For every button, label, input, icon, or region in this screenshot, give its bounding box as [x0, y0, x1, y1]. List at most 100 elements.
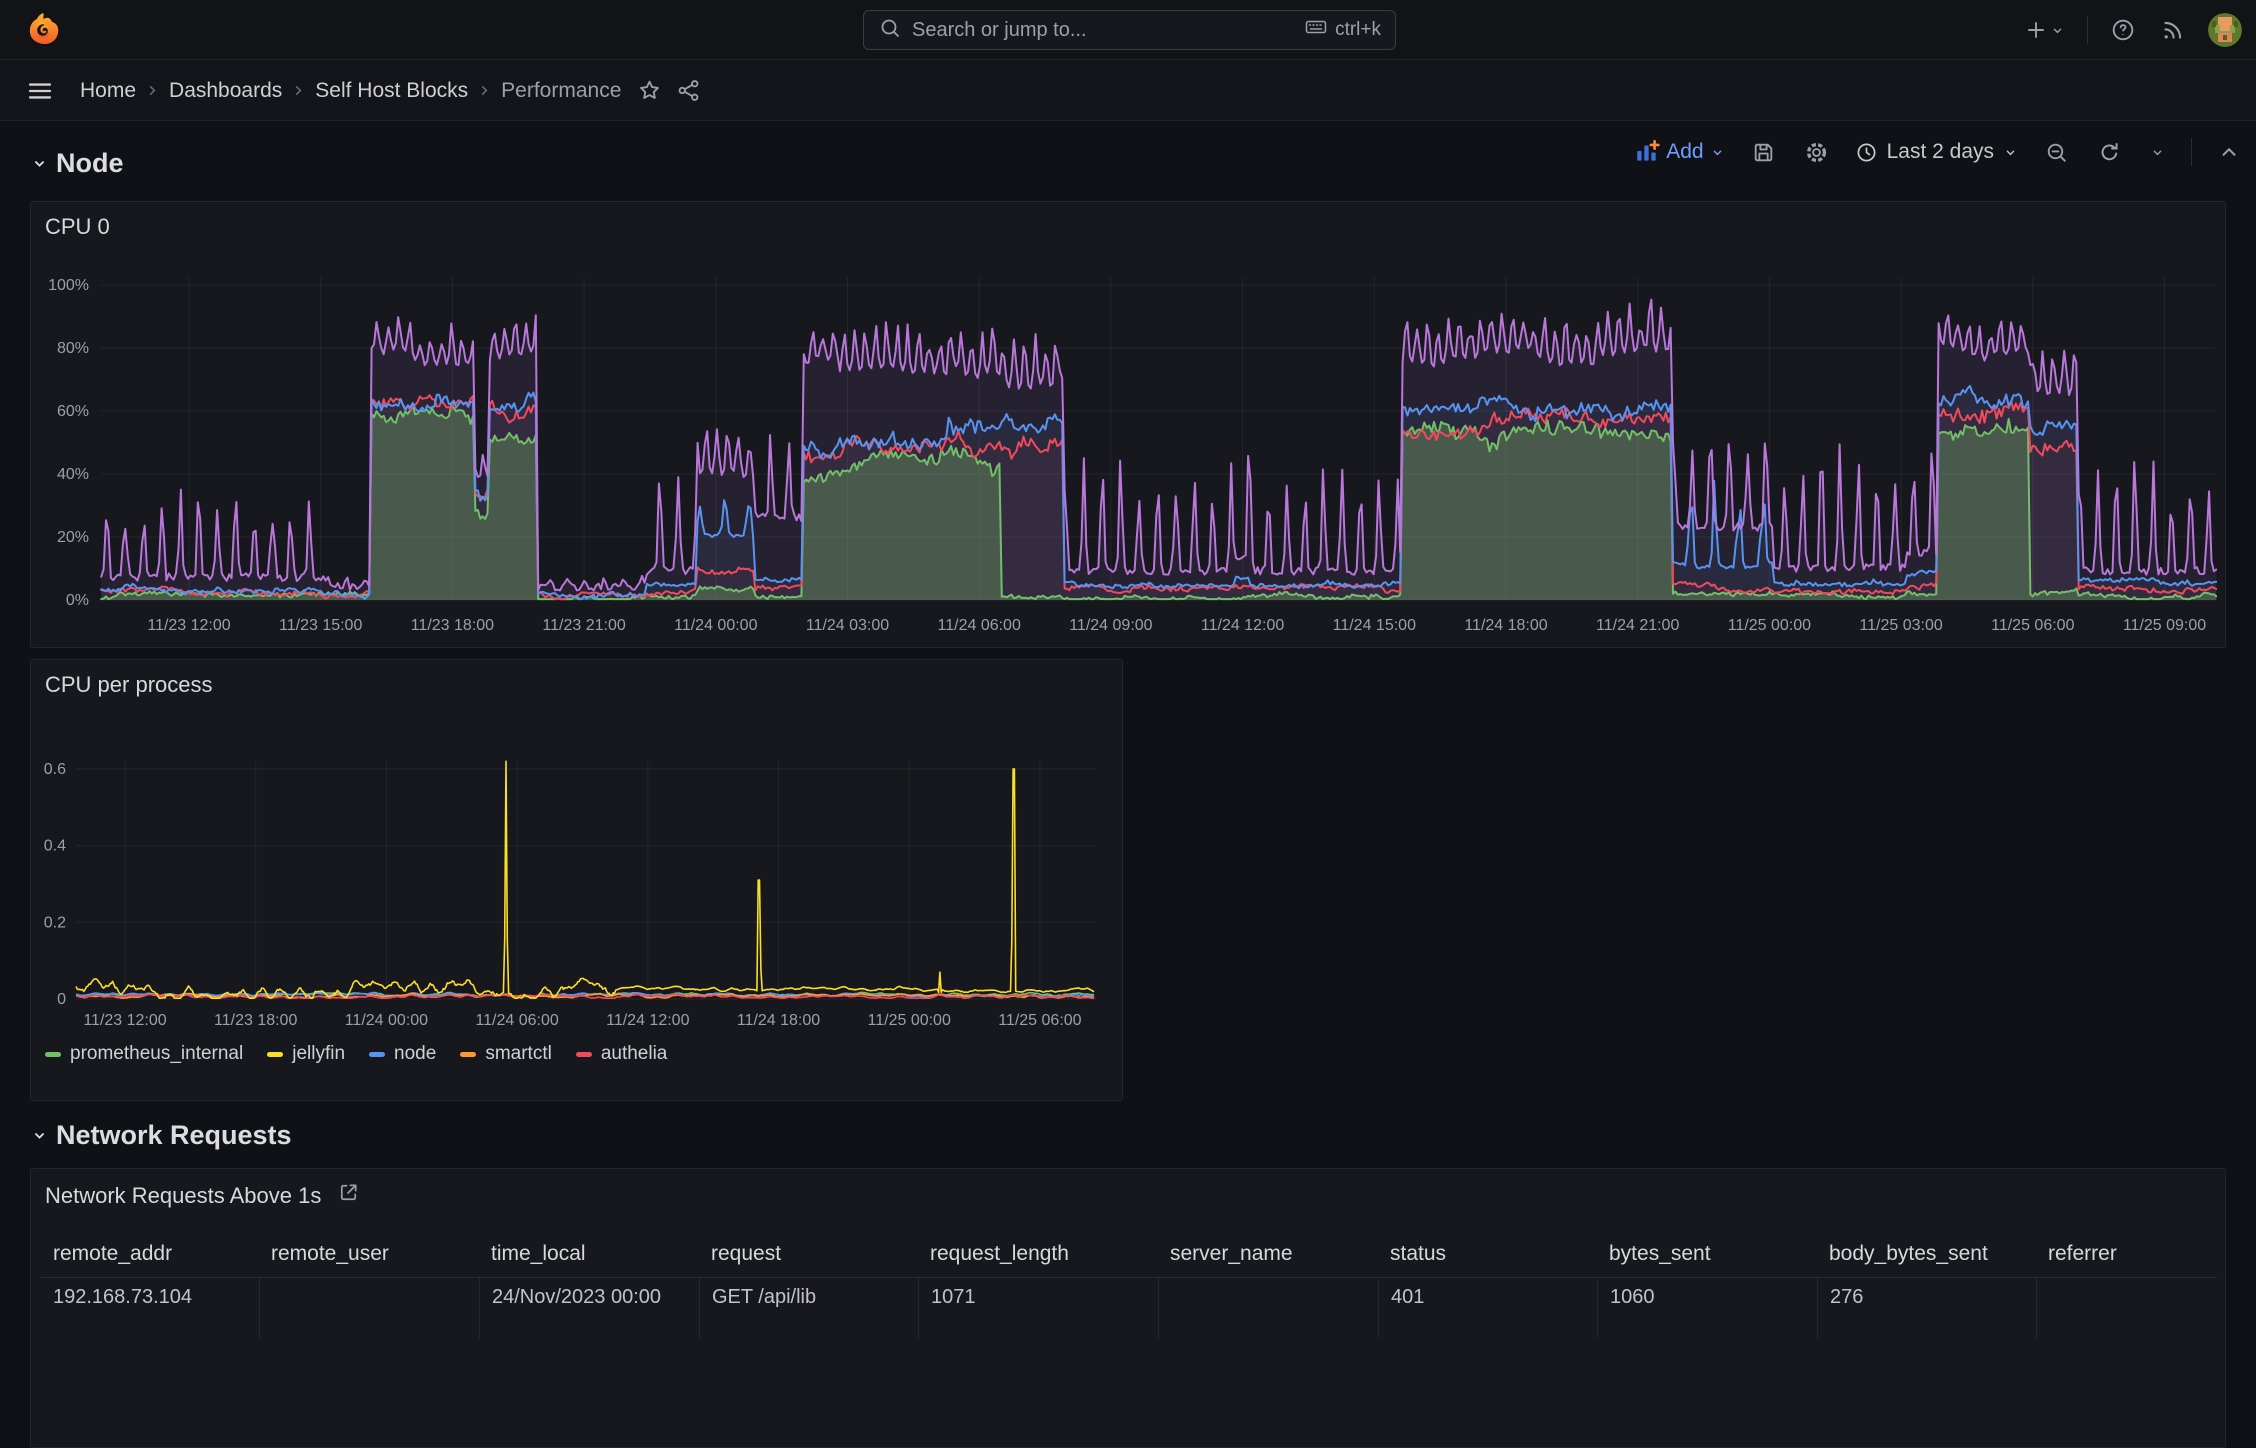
new-menu-button[interactable]: [2022, 16, 2067, 44]
add-visualization-icon: [1637, 139, 1660, 161]
dashboard-settings-button[interactable]: [1802, 138, 1831, 167]
chevron-right-icon: [145, 83, 160, 98]
rss-icon: [2164, 21, 2182, 39]
share-dashboard-button[interactable]: [674, 76, 703, 105]
breadcrumb: Home Dashboards Self Host Blocks Perform…: [80, 79, 621, 103]
svg-text:11/23 18:00: 11/23 18:00: [214, 1012, 297, 1029]
help-button[interactable]: [2108, 15, 2138, 45]
cell-remote-addr: 192.168.73.104: [53, 1286, 193, 1308]
panel-cpu0: CPU 0 0% 20% 40% 60% 80% 100% 11/23 12:00 11/23…: [30, 201, 2226, 648]
column-header-request[interactable]: request: [699, 1231, 918, 1277]
chevron-up-icon: [2222, 147, 2236, 156]
table-header-row: remote_addr remote_user time_local reque…: [41, 1231, 2217, 1278]
svg-text:11/23 18:00: 11/23 18:00: [411, 617, 494, 634]
section-title-network-requests: Network Requests: [56, 1119, 292, 1150]
svg-text:11/24 06:00: 11/24 06:00: [938, 617, 1021, 634]
help-icon: [2112, 19, 2134, 41]
save-dashboard-button[interactable]: [1749, 138, 1778, 167]
time-range-label: Last 2 days: [1886, 140, 1994, 163]
table-row: 192.168.73.104 24/Nov/2023 00:00 GET /ap…: [41, 1278, 2217, 1338]
legend-marker: [460, 1051, 477, 1057]
column-header-remote-user[interactable]: remote_user: [259, 1231, 479, 1277]
column-header-request-length[interactable]: request_length: [918, 1231, 1158, 1277]
svg-text:100%: 100%: [48, 277, 89, 294]
cpu-per-process-chart[interactable]: 0 0.2 0.4 0.6 11/23 12:00 11/23 18:00 11/24 00…: [41, 704, 1114, 1039]
column-header-status[interactable]: status: [1378, 1231, 1597, 1277]
svg-text:0%: 0%: [66, 592, 89, 609]
clock-icon: [1857, 142, 1876, 162]
column-header-time-local[interactable]: time_local: [479, 1231, 699, 1277]
column-header-server-name[interactable]: server_name: [1158, 1231, 1378, 1277]
legend-marker: [45, 1051, 61, 1057]
kiosk-mode-toggle[interactable]: [2216, 139, 2242, 165]
svg-text:11/24 12:00: 11/24 12:00: [606, 1012, 689, 1029]
hamburger-icon: [28, 82, 52, 99]
cell-status: 401: [1378, 1278, 1597, 1338]
breadcrumb-home[interactable]: Home: [80, 79, 136, 103]
add-panel-button[interactable]: Add: [1634, 139, 1724, 165]
svg-text:0.6: 0.6: [44, 761, 66, 778]
svg-text:11/24 06:00: 11/24 06:00: [475, 1012, 558, 1029]
gear-icon: [1806, 142, 1826, 162]
svg-text:11/23 12:00: 11/23 12:00: [147, 617, 230, 634]
breadcrumb-folder[interactable]: Self Host Blocks: [315, 79, 468, 103]
legend-marker: [575, 1051, 592, 1057]
toolbar-divider: [2191, 138, 2192, 166]
refresh-dashboard-button[interactable]: [2095, 138, 2124, 167]
news-button[interactable]: [2158, 15, 2188, 45]
column-header-body-bytes-sent[interactable]: body_bytes_sent: [1817, 1231, 2036, 1277]
cell-bytes-sent: 1060: [1597, 1278, 1817, 1338]
panel-cpu-per-process: CPU per process 0 0.2 0.4 0.6 11/23 12:00 11/…: [30, 659, 1123, 1101]
breadcrumb-dashboards[interactable]: Dashboards: [169, 79, 282, 103]
user-avatar[interactable]: [2208, 13, 2242, 47]
cell-time-local: 24/Nov/2023 00:00: [479, 1278, 699, 1338]
dashboard-toolbar-bar: Home Dashboards Self Host Blocks Perform…: [0, 61, 2256, 166]
legend-marker: [267, 1051, 284, 1057]
panel-cpu0-title[interactable]: CPU 0: [45, 214, 110, 240]
svg-text:0: 0: [57, 991, 66, 1008]
mega-menu-toggle[interactable]: [24, 75, 56, 107]
svg-text:11/24 12:00: 11/24 12:00: [1201, 617, 1284, 634]
zoom-out-time-button[interactable]: [2042, 138, 2071, 167]
external-link-icon[interactable]: [337, 1181, 360, 1210]
keyboard-icon: [1304, 15, 1328, 45]
svg-text:11/23 12:00: 11/23 12:00: [83, 1012, 166, 1029]
cpu0-chart[interactable]: 0% 20% 40% 60% 80% 100% 11/23 12:00 11/23 15:00…: [41, 248, 2217, 648]
favorite-dashboard-button[interactable]: [635, 76, 664, 105]
panel-cpu-per-process-title[interactable]: CPU per process: [45, 672, 213, 698]
cell-referrer: [2036, 1278, 2217, 1338]
search-icon: [878, 16, 902, 45]
chevron-down-icon: [35, 160, 44, 167]
svg-text:11/25 00:00: 11/25 00:00: [1728, 617, 1811, 634]
chevron-down-icon: [2153, 150, 2162, 155]
svg-text:11/25 00:00: 11/25 00:00: [868, 1012, 951, 1029]
refresh-interval-picker[interactable]: [2148, 143, 2167, 162]
time-range-picker[interactable]: Last 2 days: [1855, 140, 2018, 164]
grafana-logo-icon[interactable]: [26, 12, 60, 48]
cell-remote-user: [259, 1278, 479, 1338]
column-header-remote-addr[interactable]: remote_addr: [41, 1231, 259, 1277]
legend-item-prometheus-internal[interactable]: prometheus_internal: [45, 1043, 243, 1065]
column-header-bytes-sent[interactable]: bytes_sent: [1597, 1231, 1817, 1277]
chevron-right-icon: [291, 83, 306, 98]
breadcrumb-current-dashboard: Performance: [501, 78, 622, 102]
svg-text:11/25 06:00: 11/25 06:00: [1991, 617, 2074, 634]
row-node[interactable]: Node: [31, 140, 124, 186]
row-network-requests[interactable]: Network Requests: [31, 1112, 292, 1158]
chart-legend: prometheus_internal jellyfin node smartc…: [45, 1043, 667, 1065]
legend-item-authelia[interactable]: authelia: [575, 1043, 667, 1065]
legend-item-node[interactable]: node: [369, 1043, 436, 1065]
legend-item-jellyfin[interactable]: jellyfin: [267, 1043, 345, 1065]
topbar-divider: [2087, 16, 2088, 44]
panel-network-requests-title[interactable]: Network Requests Above 1s: [45, 1181, 360, 1210]
search-input[interactable]: Search or jump to... ctrl+k: [863, 10, 1396, 50]
svg-text:80%: 80%: [57, 340, 89, 357]
legend-item-smartctl[interactable]: smartctl: [460, 1043, 552, 1065]
svg-text:11/25 03:00: 11/25 03:00: [1859, 617, 1942, 634]
svg-text:11/24 09:00: 11/24 09:00: [1069, 617, 1152, 634]
cell-body-bytes-sent: 276: [1817, 1278, 2036, 1338]
column-header-referrer[interactable]: referrer: [2036, 1231, 2217, 1277]
svg-text:0.2: 0.2: [44, 914, 66, 931]
svg-text:11/25 06:00: 11/25 06:00: [998, 1012, 1081, 1029]
plus-icon: [2028, 22, 2044, 38]
